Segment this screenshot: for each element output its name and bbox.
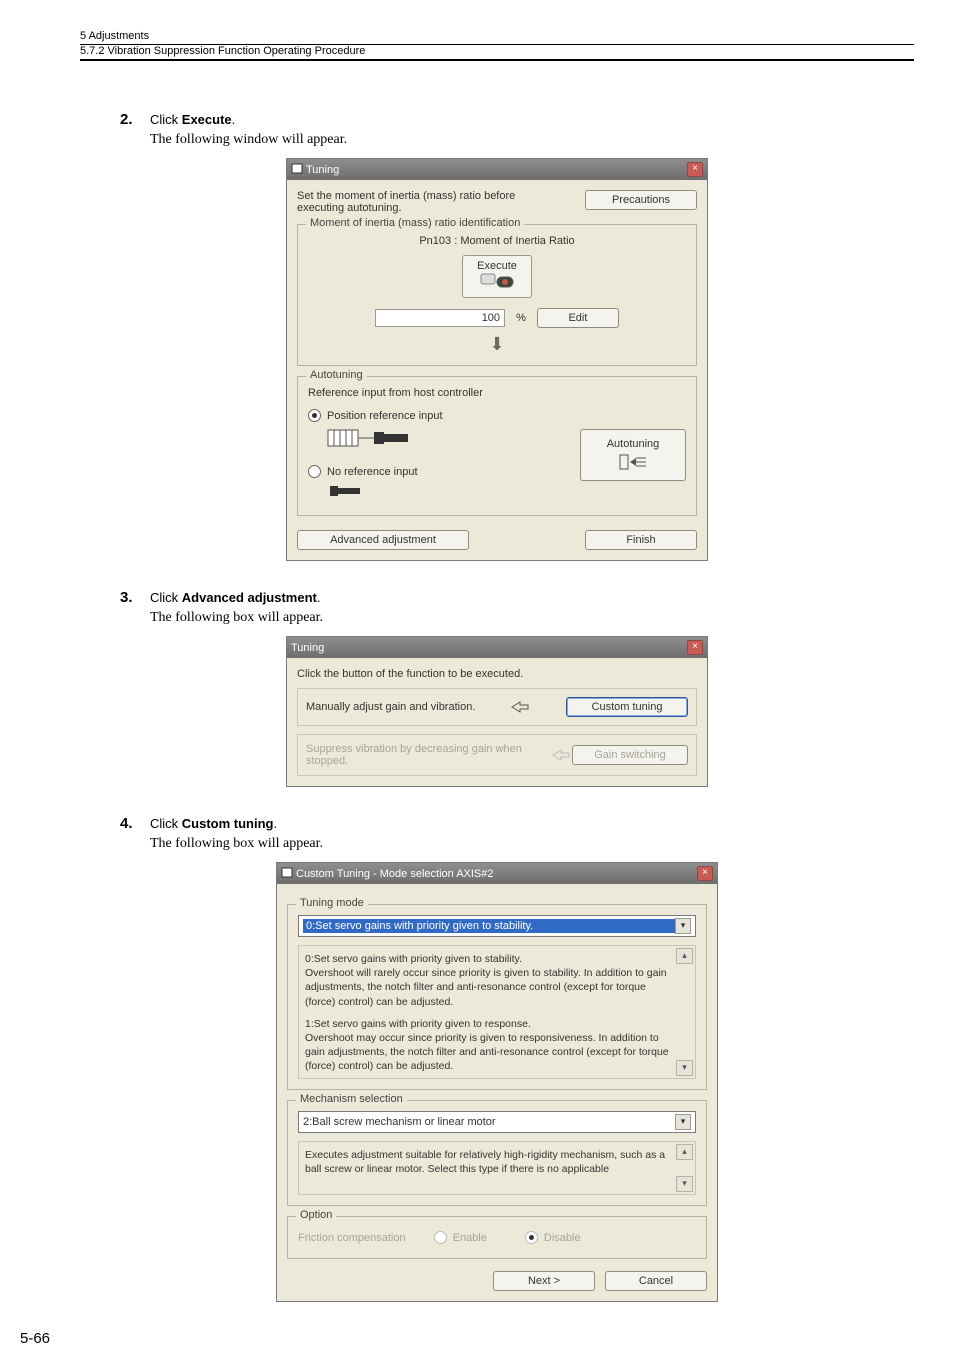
next-button[interactable]: Next >	[493, 1271, 595, 1291]
mechanism-description: ▴ ▾ Executes adjustment suitable for rel…	[298, 1141, 696, 1195]
close-icon[interactable]: ×	[687, 162, 703, 177]
chapter-header: 5 Adjustments	[80, 30, 914, 45]
enable-label: Enable	[453, 1232, 487, 1244]
inertia-value-input[interactable]: 100	[375, 309, 505, 327]
dialog-title: Custom Tuning - Mode selection AXIS#2	[281, 867, 494, 880]
advanced-adjustment-button[interactable]: Advanced adjustment	[297, 530, 469, 550]
edit-button[interactable]: Edit	[537, 308, 619, 328]
step-instruction: Click Advanced adjustment.	[150, 590, 321, 605]
radio-position-label: Position reference input	[327, 410, 443, 422]
step-follow-text: The following box will appear.	[150, 836, 914, 852]
step-follow-text: The following box will appear.	[150, 610, 914, 626]
close-icon[interactable]: ×	[697, 866, 713, 881]
tuning-popup: Tuning × Click the button of the functio…	[286, 636, 708, 787]
position-ref-icon	[326, 426, 416, 452]
percent-label: %	[516, 312, 526, 324]
inertia-group-legend: Moment of inertia (mass) ratio identific…	[306, 217, 524, 229]
friction-label: Friction compensation	[298, 1232, 406, 1244]
tuning-mode-legend: Tuning mode	[296, 897, 368, 909]
pn-label: Pn103 : Moment of Inertia Ratio	[308, 235, 686, 247]
autotuning-group-legend: Autotuning	[306, 369, 367, 381]
scroll-up-icon[interactable]: ▴	[676, 1144, 693, 1160]
scroll-up-icon[interactable]: ▴	[676, 948, 693, 964]
radio-disable	[525, 1231, 538, 1244]
tuning-mode-description: ▴ ▾ 0:Set servo gains with priority give…	[298, 945, 696, 1079]
chevron-down-icon[interactable]: ▾	[675, 1114, 691, 1130]
step-instruction: Click Execute.	[150, 112, 235, 127]
radio-position-ref[interactable]	[308, 409, 321, 422]
page-number: 5-66	[20, 1330, 914, 1347]
step-number: 4.	[120, 815, 138, 832]
execute-icon	[479, 272, 515, 292]
scroll-down-icon[interactable]: ▾	[676, 1176, 693, 1192]
step-number: 3.	[120, 589, 138, 606]
execute-button[interactable]: Execute	[462, 255, 532, 298]
mechanism-legend: Mechanism selection	[296, 1093, 407, 1105]
hand-icon	[510, 699, 532, 715]
popup-instruction: Click the button of the function to be e…	[297, 668, 697, 680]
gain-switching-button: Gain switching	[572, 745, 688, 765]
hand-icon	[551, 747, 572, 763]
section-header: 5.7.2 Vibration Suppression Function Ope…	[80, 45, 914, 61]
radio-no-ref[interactable]	[308, 465, 321, 478]
step-number: 2.	[120, 111, 138, 128]
cancel-button[interactable]: Cancel	[605, 1271, 707, 1291]
dialog-title: Tuning	[291, 163, 339, 176]
finish-button[interactable]: Finish	[585, 530, 697, 550]
chevron-down-icon[interactable]: ▾	[675, 918, 691, 934]
radio-no-ref-label: No reference input	[327, 466, 418, 478]
radio-enable	[434, 1231, 447, 1244]
manual-adjust-label: Manually adjust gain and vibration.	[306, 701, 475, 713]
autotuning-button[interactable]: Autotuning	[580, 429, 686, 481]
app-icon	[291, 163, 303, 174]
titlebar: Tuning ×	[287, 637, 707, 658]
step-follow-text: The following window will appear.	[150, 132, 914, 148]
suppress-vibration-label: Suppress vibration by decreasing gain wh…	[306, 743, 551, 767]
dialog-title: Tuning	[291, 642, 324, 654]
autotuning-icon	[618, 452, 648, 472]
disable-label: Disable	[544, 1232, 581, 1244]
close-icon[interactable]: ×	[687, 640, 703, 655]
precautions-button[interactable]: Precautions	[585, 190, 697, 210]
inertia-instruction: Set the moment of inertia (mass) ratio b…	[297, 190, 557, 214]
tuning-mode-select[interactable]: 0:Set servo gains with priority given to…	[298, 915, 696, 937]
app-icon	[281, 867, 293, 878]
down-arrow-icon: ⬇	[308, 334, 686, 355]
scroll-down-icon[interactable]: ▾	[676, 1060, 693, 1076]
mechanism-select[interactable]: 2:Ball screw mechanism or linear motor ▾	[298, 1111, 696, 1133]
reference-label: Reference input from host controller	[308, 387, 686, 399]
no-ref-icon	[326, 482, 376, 502]
custom-tuning-button[interactable]: Custom tuning	[566, 697, 688, 717]
tuning-dialog: Tuning × Set the moment of inertia (mass…	[286, 158, 708, 561]
titlebar: Custom Tuning - Mode selection AXIS#2 ×	[277, 863, 717, 884]
custom-tuning-dialog: Custom Tuning - Mode selection AXIS#2 × …	[276, 862, 718, 1302]
titlebar: Tuning ×	[287, 159, 707, 180]
option-legend: Option	[296, 1209, 336, 1221]
step-instruction: Click Custom tuning.	[150, 816, 277, 831]
